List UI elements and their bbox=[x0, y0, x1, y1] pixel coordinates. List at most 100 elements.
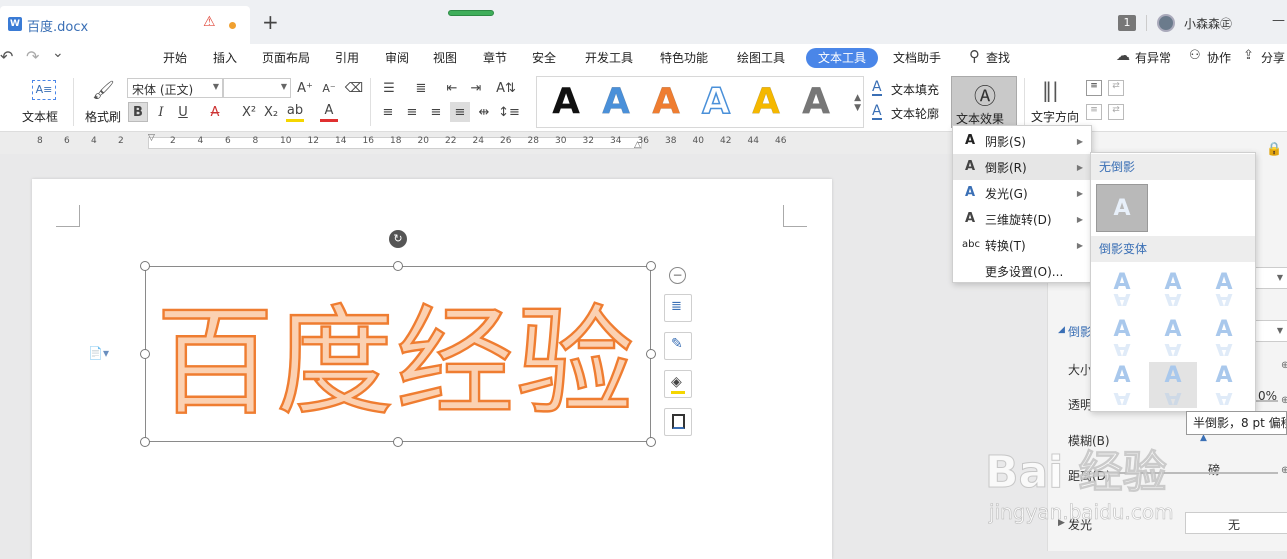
horizontal-ruler[interactable]: 8 6 4 2 2 4 6 8 10 12 14 16 18 20 22 24 26 28 30 32 34 36 38 40… bbox=[0, 132, 1050, 154]
search-button[interactable]: 查找 bbox=[986, 48, 1010, 68]
collaborate-button[interactable]: 协作 bbox=[1207, 48, 1231, 68]
reflection-section-label[interactable]: 倒影 bbox=[1068, 323, 1092, 340]
textbox-icon[interactable]: A≡ bbox=[32, 80, 56, 100]
tab-13[interactable]: 文档助手 bbox=[893, 48, 941, 68]
text-direction-small-icon[interactable]: A⇅ bbox=[494, 78, 518, 98]
slider-track[interactable] bbox=[1108, 472, 1278, 474]
subscript-icon[interactable]: X₂ bbox=[262, 102, 280, 122]
superscript-icon[interactable]: X² bbox=[240, 102, 258, 122]
align-text-icon[interactable]: ≡ bbox=[1086, 80, 1102, 96]
tab-5[interactable]: 审阅 bbox=[385, 48, 409, 68]
effect-menu-item-1[interactable]: A 阴影(S) ▶ bbox=[953, 128, 1091, 154]
align-left-icon[interactable]: ≡ bbox=[378, 102, 398, 122]
italic-button[interactable]: I bbox=[152, 102, 170, 122]
resize-handle-ne[interactable] bbox=[646, 261, 656, 271]
reflection-variant-4[interactable]: AA bbox=[1098, 314, 1146, 360]
align-text-icon-2[interactable]: ≡ bbox=[1086, 104, 1102, 120]
document-canvas[interactable]: 📄▾ 百度经验 ↻ − ≣ ✎ ◈ bbox=[0, 154, 1050, 559]
highlight-icon[interactable]: ab bbox=[286, 102, 304, 122]
reflection-variant-5[interactable]: AA bbox=[1149, 314, 1197, 360]
strikethrough-icon[interactable]: A bbox=[206, 102, 224, 122]
text-fill-label[interactable]: 文本填充 bbox=[891, 81, 939, 98]
increase-indent-icon[interactable]: ⇥ bbox=[466, 78, 486, 98]
tab-12[interactable]: 文本工具 bbox=[806, 48, 879, 68]
plus-icon[interactable]: ⊕ bbox=[1281, 465, 1287, 476]
new-tab-button[interactable]: + bbox=[262, 10, 279, 34]
paragraph-anchor-icon[interactable]: 📄▾ bbox=[88, 346, 109, 360]
warning-icon[interactable]: ⚠ bbox=[203, 14, 216, 30]
font-size-select[interactable]: ▼ bbox=[223, 78, 291, 98]
tab-1[interactable]: 开始 bbox=[163, 48, 187, 68]
minimize-button[interactable]: — bbox=[1272, 13, 1285, 28]
tab-8[interactable]: 安全 bbox=[532, 48, 556, 68]
glow-section-label[interactable]: 发光 bbox=[1068, 516, 1092, 533]
reflection-variant-8[interactable]: AA bbox=[1149, 362, 1197, 408]
decrease-indent-icon[interactable]: ⇤ bbox=[442, 78, 462, 98]
reflection-variant-3[interactable]: AA bbox=[1200, 266, 1248, 312]
tab-10[interactable]: 特色功能 bbox=[660, 48, 708, 68]
document-tab[interactable]: W 百度.docx ⚠ bbox=[0, 6, 250, 44]
share-button[interactable]: 分享 bbox=[1261, 48, 1285, 68]
reflection-variant-7[interactable]: AA bbox=[1098, 362, 1146, 408]
wordart-style-6[interactable]: A bbox=[791, 78, 841, 126]
no-reflection-option[interactable]: A bbox=[1096, 184, 1148, 232]
effect-menu-item-6[interactable]: 更多设置(O)... bbox=[953, 258, 1091, 284]
wordart-style-4[interactable]: A bbox=[691, 78, 741, 126]
create-link-icon[interactable]: ⇄ bbox=[1108, 80, 1124, 96]
page-count-badge[interactable]: 1 bbox=[1118, 15, 1136, 31]
tab-6[interactable]: 视图 bbox=[433, 48, 457, 68]
distribute-icon[interactable]: ⇹ bbox=[474, 102, 494, 122]
search-icon[interactable]: ⚲ bbox=[969, 47, 980, 65]
text-effect-button[interactable]: Ⓐ 文本效果 bbox=[951, 76, 1017, 128]
shape-style-button[interactable]: ✎ bbox=[664, 332, 692, 360]
resize-handle-nw[interactable] bbox=[140, 261, 150, 271]
text-fill-icon[interactable]: A bbox=[872, 80, 882, 96]
expand-glow-icon[interactable]: ▶ bbox=[1058, 518, 1065, 528]
quick-access-more-icon[interactable]: ⌄ bbox=[52, 45, 64, 61]
collaborate-icon[interactable]: ⚇ bbox=[1189, 48, 1201, 63]
layout-options-button[interactable]: ≣ bbox=[664, 294, 692, 322]
clear-format-icon[interactable]: ⌫ bbox=[344, 78, 364, 98]
shape-outline-button[interactable] bbox=[664, 408, 692, 436]
reflection-variant-6[interactable]: AA bbox=[1200, 314, 1248, 360]
align-center-icon[interactable]: ≡ bbox=[402, 102, 422, 122]
textbox-button-label[interactable]: 文本框 bbox=[22, 108, 58, 125]
text-outline-label[interactable]: 文本轮廓 bbox=[891, 105, 939, 122]
drag-grip[interactable] bbox=[448, 10, 494, 16]
tab-9[interactable]: 开发工具 bbox=[585, 48, 633, 68]
sync-status-button[interactable]: 有异常 bbox=[1135, 48, 1171, 68]
cloud-sync-icon[interactable]: ☁ bbox=[1116, 48, 1130, 64]
tab-4[interactable]: 引用 bbox=[335, 48, 359, 68]
lock-icon[interactable]: 🔒 bbox=[1266, 142, 1282, 157]
redo-icon[interactable]: ↷ bbox=[26, 47, 39, 66]
shape-fill-button[interactable]: ◈ bbox=[664, 370, 692, 398]
plus-icon[interactable]: ⊕ bbox=[1281, 395, 1287, 406]
tab-7[interactable]: 章节 bbox=[483, 48, 507, 68]
break-link-icon[interactable]: ⇄ bbox=[1108, 104, 1124, 120]
avatar[interactable] bbox=[1157, 14, 1175, 32]
text-direction-label[interactable]: 文字方向 bbox=[1031, 108, 1079, 125]
text-outline-icon[interactable]: A bbox=[872, 104, 882, 120]
tab-3[interactable]: 页面布局 bbox=[262, 48, 310, 68]
tab-stop-marker-icon[interactable]: △ bbox=[634, 140, 641, 150]
wordart-textbox[interactable]: 百度经验 bbox=[145, 266, 651, 442]
reflection-variant-2[interactable]: AA bbox=[1149, 266, 1197, 312]
share-icon[interactable]: ⇪ bbox=[1243, 48, 1254, 63]
reflection-variant-9[interactable]: AA bbox=[1200, 362, 1248, 408]
user-name[interactable]: 小森森㊣ bbox=[1184, 15, 1232, 32]
bold-button[interactable]: B bbox=[128, 102, 148, 122]
rotate-handle-icon[interactable]: ↻ bbox=[389, 230, 407, 248]
document-page[interactable]: 📄▾ 百度经验 ↻ − ≣ ✎ ◈ bbox=[32, 179, 832, 559]
wordart-style-5[interactable]: A bbox=[741, 78, 791, 126]
format-painter-icon[interactable]: 🖌 bbox=[92, 80, 115, 102]
font-color-icon[interactable]: A bbox=[320, 102, 338, 122]
numbered-list-icon[interactable]: ≣ bbox=[410, 78, 432, 98]
tab-11[interactable]: 绘图工具 bbox=[737, 48, 785, 68]
resize-handle-sw[interactable] bbox=[140, 437, 150, 447]
effect-menu-item-4[interactable]: A 三维旋转(D) ▶ bbox=[953, 206, 1091, 232]
undo-icon[interactable]: ↶ bbox=[0, 47, 13, 66]
grow-font-icon[interactable]: A⁺ bbox=[296, 78, 314, 98]
bullet-list-icon[interactable]: ☰ bbox=[378, 78, 400, 98]
indent-marker-icon[interactable]: ▽ bbox=[148, 133, 155, 143]
reflection-variant-1[interactable]: AA bbox=[1098, 266, 1146, 312]
